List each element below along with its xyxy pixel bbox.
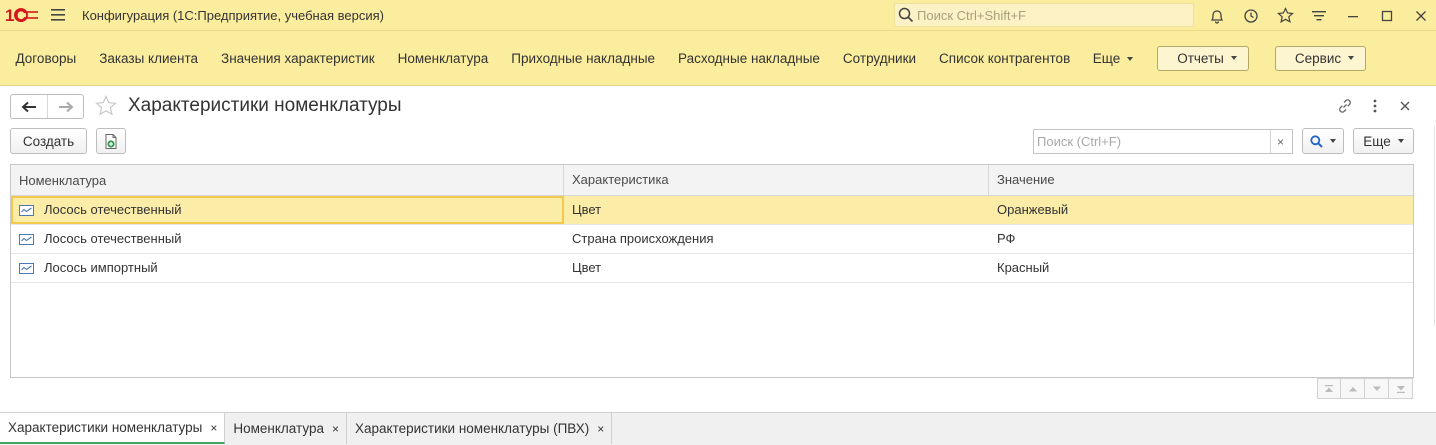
tab-close-icon[interactable]: ×: [210, 421, 217, 435]
maximize-icon[interactable]: [1370, 0, 1404, 31]
cell-characteristic[interactable]: Цвет: [564, 196, 989, 224]
create-button-label: Создать: [22, 133, 75, 149]
column-header-value[interactable]: Значение: [989, 165, 1413, 196]
arrow-right-icon: [58, 101, 73, 112]
table-scroll-buttons: [1317, 378, 1413, 399]
cell-value[interactable]: Красный: [989, 254, 1413, 282]
tab-characteristics[interactable]: Характеристики номенклатуры ×: [0, 413, 226, 444]
tab-characteristics-pvh[interactable]: Характеристики номенклатуры (ПВХ) ×: [347, 413, 613, 444]
sections-more-label: Еще: [1092, 50, 1121, 66]
catalog-item-icon: [19, 262, 34, 274]
favorite-star-icon[interactable]: [94, 94, 118, 118]
global-search-input[interactable]: [917, 7, 1187, 23]
star-icon[interactable]: [1268, 0, 1302, 31]
search-icon: [1310, 134, 1323, 148]
scroll-down-icon[interactable]: [1365, 378, 1389, 399]
form-close-icon[interactable]: [1390, 94, 1420, 118]
window-right-edge: [1425, 86, 1436, 412]
forward-button[interactable]: [47, 95, 83, 118]
section-link-outgoing-invoices[interactable]: Расходные накладные: [667, 51, 832, 66]
scroll-up-icon[interactable]: [1341, 378, 1365, 399]
reports-button[interactable]: Отчеты: [1157, 45, 1249, 71]
global-search-field[interactable]: [894, 3, 1194, 27]
scroll-to-top-icon[interactable]: [1317, 378, 1341, 399]
cell-text: Лосось отечественный: [44, 202, 182, 217]
table-row[interactable]: Лосось импортный Цвет Красный: [11, 254, 1413, 283]
close-icon[interactable]: [1404, 0, 1436, 31]
service-button[interactable]: Сервис: [1274, 45, 1367, 71]
column-header-characteristic[interactable]: Характеристика: [564, 165, 989, 196]
cell-characteristic[interactable]: Страна происхождения: [564, 225, 989, 253]
cell-value[interactable]: Оранжевый: [989, 196, 1413, 224]
back-button[interactable]: [11, 95, 47, 118]
search-options-button[interactable]: [1302, 128, 1344, 154]
form-header-actions: [1330, 94, 1420, 118]
title-bar: 1С Конфигурация (1С:Предприятие, учебная…: [0, 0, 1436, 31]
1c-logo-icon: 1С: [0, 0, 44, 31]
section-link-characteristic-values[interactable]: Значения характеристик: [210, 51, 387, 66]
section-link-contracts[interactable]: Договоры: [4, 51, 88, 66]
cell-nomenclature[interactable]: Лосось импортный: [11, 254, 564, 282]
service-label: Сервис: [1294, 50, 1342, 66]
cell-text: Лосось импортный: [44, 260, 158, 275]
app-title: Конфигурация (1С:Предприятие, учебная ве…: [82, 7, 384, 23]
section-link-counterparties[interactable]: Список контрагентов: [928, 51, 1082, 66]
catalog-item-icon: [19, 233, 34, 245]
sections-panel: Договоры Заказы клиента Значения характе…: [0, 31, 1436, 86]
app-window: 1С Конфигурация (1С:Предприятие, учебная…: [0, 0, 1436, 445]
chevron-down-icon: [1348, 56, 1355, 60]
copy-button[interactable]: [96, 128, 126, 154]
list-search-field[interactable]: ×: [1033, 129, 1293, 154]
navigation-buttons: [10, 94, 84, 119]
chevron-down-icon: [1397, 139, 1404, 143]
list-search-input[interactable]: [1034, 134, 1270, 149]
tab-label: Характеристики номенклатуры: [8, 420, 203, 435]
sections-more-menu[interactable]: Еще: [1082, 51, 1144, 66]
section-link-nomenclature[interactable]: Номенклатура: [386, 51, 500, 66]
catalog-item-icon: [19, 204, 34, 216]
scroll-to-bottom-icon[interactable]: [1389, 378, 1413, 399]
tab-nomenclature[interactable]: Номенклатура ×: [225, 413, 347, 444]
table-header: Номенклатура Характеристика Значение: [11, 165, 1413, 196]
funnel-menu-icon[interactable]: [1302, 0, 1336, 31]
section-link-incoming-invoices[interactable]: Приходные накладные: [500, 51, 667, 66]
cell-value[interactable]: РФ: [989, 225, 1413, 253]
table-row[interactable]: Лосось отечественный Цвет Оранжевый: [11, 196, 1413, 225]
cell-characteristic[interactable]: Цвет: [564, 254, 989, 282]
form-more-label: Еще: [1363, 133, 1391, 149]
arrow-left-icon: [21, 101, 36, 112]
chevron-down-icon: [1230, 56, 1237, 60]
reports-label: Отчеты: [1177, 50, 1224, 66]
tab-close-icon[interactable]: ×: [597, 422, 604, 436]
minimize-icon[interactable]: [1336, 0, 1370, 31]
kebab-icon[interactable]: [1360, 94, 1390, 118]
tab-label: Характеристики номенклатуры (ПВХ): [355, 421, 590, 436]
tab-label: Номенклатура: [233, 421, 324, 436]
column-header-nomenclature[interactable]: Номенклатура: [11, 165, 564, 196]
cell-text: Лосось отечественный: [44, 231, 182, 246]
link-icon[interactable]: [1330, 94, 1360, 118]
table-row[interactable]: Лосось отечественный Страна происхождени…: [11, 225, 1413, 254]
section-link-employees[interactable]: Сотрудники: [831, 51, 927, 66]
section-link-client-orders[interactable]: Заказы клиента: [88, 51, 210, 66]
chevron-down-icon: [1127, 56, 1134, 61]
form-more-button[interactable]: Еще: [1353, 128, 1414, 154]
cell-nomenclature[interactable]: Лосось отечественный: [11, 196, 564, 224]
titlebar-actions: [1200, 0, 1436, 31]
tab-close-icon[interactable]: ×: [332, 422, 339, 436]
hamburger-icon[interactable]: [44, 0, 72, 31]
history-icon[interactable]: [1234, 0, 1268, 31]
create-copy-icon: [105, 133, 117, 149]
bell-icon[interactable]: [1200, 0, 1234, 31]
search-icon: [895, 4, 917, 26]
cell-nomenclature[interactable]: Лосось отечественный: [11, 225, 564, 253]
open-windows-bar: Характеристики номенклатуры × Номенклату…: [0, 412, 1436, 445]
search-clear-button[interactable]: ×: [1270, 130, 1290, 153]
characteristics-table: Номенклатура Характеристика Значение Лос…: [10, 164, 1414, 378]
chevron-down-icon: [1330, 139, 1336, 143]
page-title: Характеристики номенклатуры: [128, 95, 402, 116]
create-button[interactable]: Создать: [10, 128, 87, 154]
